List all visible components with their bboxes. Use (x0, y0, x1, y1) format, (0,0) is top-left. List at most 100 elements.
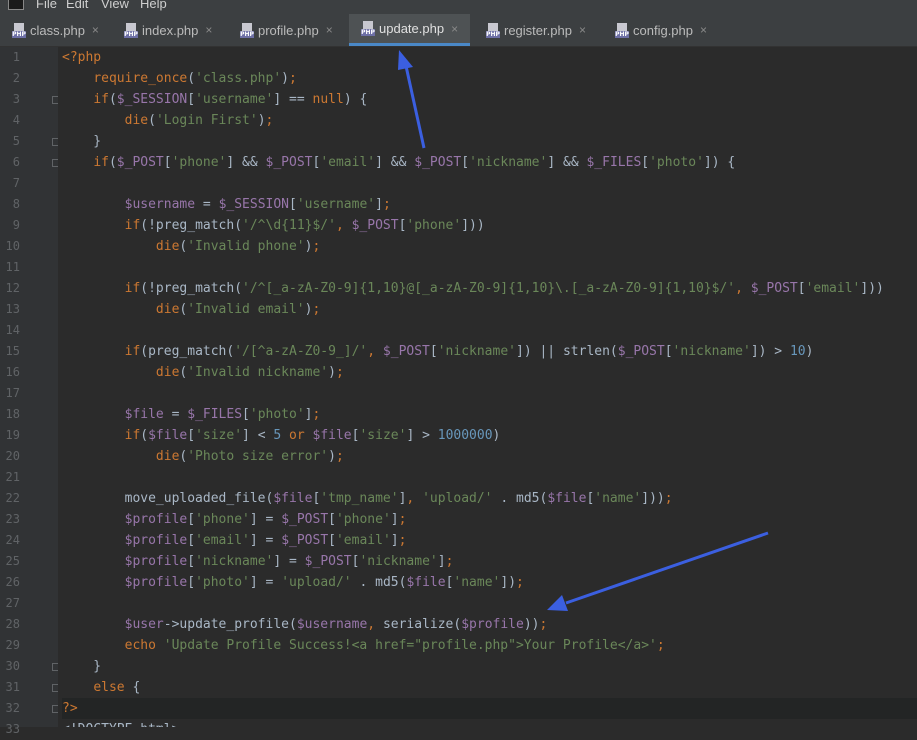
menu-bar: File Edit View Help (0, 0, 917, 14)
code-token: $username (296, 617, 368, 632)
line-number: 4 (12, 113, 20, 127)
code-token: if (124, 428, 141, 443)
code-token: [ (461, 155, 470, 170)
close-icon[interactable]: × (92, 23, 99, 37)
code-line: die('Invalid nickname'); (62, 362, 344, 383)
code-line: die('Invalid email'); (62, 299, 320, 320)
code-token: 'upload/' (281, 575, 352, 590)
code-token: [ (187, 428, 196, 443)
code-token: 'nickname' (469, 155, 548, 170)
close-icon[interactable]: × (326, 23, 333, 37)
code-token: ( (187, 71, 196, 86)
tab-label: config.php (633, 22, 693, 38)
code-token: $_POST (351, 218, 399, 233)
code-token: die (124, 113, 149, 128)
code-token: ; (656, 638, 665, 653)
code-token: [ (429, 344, 438, 359)
code-token: serialize( (382, 617, 462, 632)
code-token: 'phone' (406, 218, 462, 233)
code-token: 'email' (195, 533, 250, 548)
tab-label: class.php (30, 22, 85, 38)
code-token: ) (328, 365, 336, 380)
line-number: 10 (5, 239, 20, 253)
menu-view[interactable]: View (101, 0, 129, 11)
code-token: $username (124, 197, 196, 212)
code-token: [ (187, 554, 196, 569)
code-token: ; (265, 113, 274, 128)
code-token: ])) (860, 281, 884, 296)
code-token: = (163, 407, 188, 422)
line-number: 26 (5, 575, 20, 589)
php-file-icon: PHP (486, 22, 500, 38)
code-token: ])) (461, 218, 485, 233)
code-token: if (93, 92, 109, 107)
code-line: <!DOCTYPE html> (62, 719, 179, 727)
line-number: 21 (5, 470, 20, 484)
code-token: 'name' (453, 575, 501, 590)
code-token: ] = (273, 554, 305, 569)
line-number: 3 (12, 92, 20, 106)
code-line: $profile['nickname'] = $_POST['nickname'… (62, 551, 454, 572)
php-file-icon: PHP (240, 22, 254, 38)
close-icon[interactable]: × (205, 23, 212, 37)
code-token: [ (163, 155, 172, 170)
code-token: ] (375, 197, 383, 212)
code-token: $profile (124, 575, 188, 590)
line-number-gutter[interactable]: 1 2 3 4 5 6 7 8 9 10 11 12 13 14 15 16 17 18 19 20 21 22 23 24 2… (0, 47, 59, 736)
line-number: 13 (5, 302, 20, 316)
code-token: 'Invalid email' (187, 302, 305, 317)
tab-class-php[interactable]: PHP class.php × (12, 14, 99, 46)
tab-register-php[interactable]: PHP register.php × (486, 14, 586, 46)
tab-index-php[interactable]: PHP index.php × (124, 14, 212, 46)
code-token: $file (312, 428, 352, 443)
line-number: 5 (12, 134, 20, 148)
code-token: (!preg_match( (140, 218, 243, 233)
close-icon[interactable]: × (451, 22, 458, 36)
menu-file[interactable]: File (36, 0, 57, 11)
code-token: $_POST (414, 155, 462, 170)
menu-edit[interactable]: Edit (66, 0, 88, 11)
code-token: $_SESSION (116, 92, 188, 107)
tab-update-php[interactable]: PHP update.php × (349, 14, 471, 46)
code-token: 'email' (335, 533, 391, 548)
code-token: [ (641, 155, 650, 170)
code-editor[interactable]: <?php require_once('class.php'); if($_SE… (58, 47, 917, 727)
code-token: ] (304, 407, 313, 422)
code-token: } (62, 134, 102, 149)
code-token: $profile (124, 533, 188, 548)
code-line: die('Invalid phone'); (62, 236, 320, 257)
tab-profile-php[interactable]: PHP profile.php × (240, 14, 333, 46)
code-token: <!DOCTYPE html> (62, 722, 179, 727)
tab-config-php[interactable]: PHP config.php × (615, 14, 707, 46)
code-token: ] == (273, 92, 313, 107)
code-token: $profile (124, 554, 188, 569)
code-token: 'Invalid nickname' (187, 365, 329, 380)
code-token: die (155, 449, 180, 464)
close-icon[interactable]: × (700, 23, 707, 37)
close-icon[interactable]: × (579, 23, 586, 37)
code-token: ?> (62, 701, 78, 716)
tab-label: register.php (504, 22, 572, 38)
code-line: if($file['size'] < 5 or $file['size'] > … (62, 425, 501, 446)
code-token: , (335, 218, 352, 233)
code-token: $_SESSION (218, 197, 290, 212)
code-token: echo (124, 638, 164, 653)
code-line: if($_SESSION['username'] == null) { (62, 89, 367, 110)
code-token: ; (398, 512, 407, 527)
code-token: 'photo' (195, 575, 250, 590)
code-token: ->update_profile( (163, 617, 297, 632)
code-token: ] > (406, 428, 438, 443)
code-token: 'email' (320, 155, 376, 170)
code-token: $_POST (617, 344, 665, 359)
line-number: 18 (5, 407, 20, 421)
menu-help[interactable]: Help (140, 0, 167, 11)
line-number: 23 (5, 512, 20, 526)
code-token: [ (797, 281, 806, 296)
